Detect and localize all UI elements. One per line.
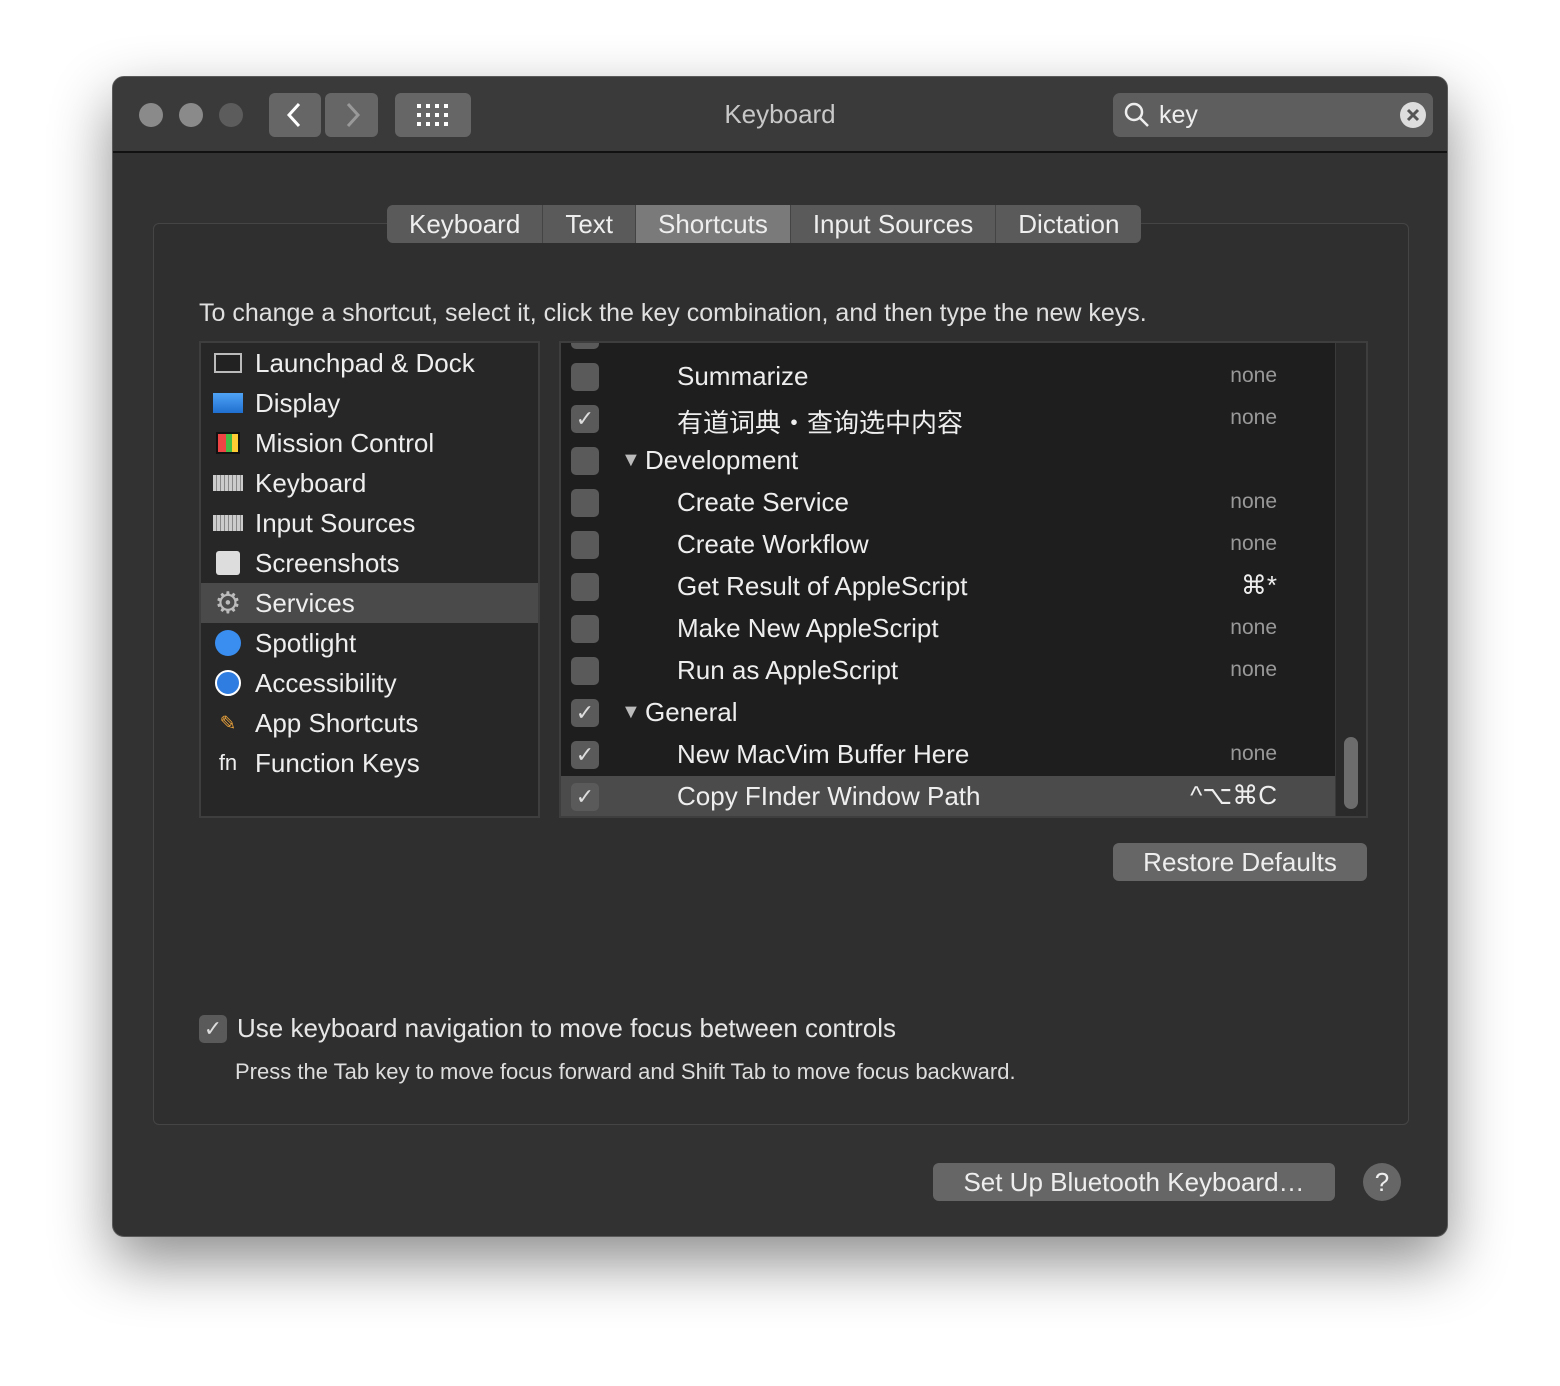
tab-keyboard[interactable]: Keyboard <box>387 205 544 243</box>
shortcut-row[interactable]: Create Service none <box>561 482 1337 524</box>
app-shortcuts-icon: ✎ <box>219 712 237 735</box>
shortcut-key[interactable]: ^⌥⌘C <box>1190 780 1277 811</box>
shortcut-row[interactable]: Make New AppleScript none <box>561 608 1337 650</box>
search-field[interactable] <box>1113 93 1433 137</box>
checkbox[interactable] <box>571 447 599 475</box>
category-launchpad-dock[interactable]: Launchpad & Dock <box>201 343 538 383</box>
launchpad-icon <box>213 350 243 376</box>
checkmark-icon: ✓ <box>575 784 595 809</box>
checkbox[interactable] <box>571 363 599 391</box>
shortcut-label: Summarize <box>677 361 809 391</box>
disclosure-triangle-icon[interactable]: ▼ <box>621 701 641 724</box>
category-function-keys[interactable]: fn Function Keys <box>201 743 538 783</box>
keyboard-icon <box>213 470 243 496</box>
shortcut-key[interactable]: none <box>1230 532 1277 556</box>
scrollbar-thumb[interactable] <box>1344 737 1358 809</box>
checkbox[interactable]: ✓ <box>571 405 599 433</box>
category-display[interactable]: Display <box>201 383 538 423</box>
accessibility-icon <box>213 670 243 696</box>
fn-icon: fn <box>218 750 238 775</box>
checkbox[interactable] <box>571 343 599 349</box>
shortcut-label: Development <box>645 445 799 475</box>
partial-row <box>561 343 1337 356</box>
checkmark-icon: ✓ <box>575 700 595 725</box>
setup-bluetooth-keyboard-button[interactable]: Set Up Bluetooth Keyboard… <box>933 1163 1335 1201</box>
search-icon <box>1124 102 1149 127</box>
checkbox[interactable] <box>571 531 599 559</box>
category-accessibility[interactable]: Accessibility <box>201 663 538 703</box>
disclosure-triangle-icon[interactable]: ▼ <box>621 449 641 472</box>
keyboard-navigation-hint: Press the Tab key to move focus forward … <box>235 1059 1016 1084</box>
shortcut-row[interactable]: Get Result of AppleScript ⌘* <box>561 566 1337 608</box>
shortcut-label: Create Workflow <box>677 529 869 559</box>
shortcut-group-row[interactable]: ▼ Development <box>561 440 1337 482</box>
category-screenshots[interactable]: Screenshots <box>201 543 538 583</box>
shortcut-label: Get Result of AppleScript <box>677 571 968 601</box>
keyboard-icon <box>213 510 243 536</box>
clear-search-icon[interactable] <box>1399 101 1427 129</box>
instruction-text: To change a shortcut, select it, click t… <box>199 299 1147 327</box>
shortcut-row[interactable]: ✓ Copy FInder Window Path ^⌥⌘C <box>561 776 1337 816</box>
category-list[interactable]: Launchpad & Dock Display Mission Control… <box>199 341 540 818</box>
checkbox[interactable]: ✓ <box>571 783 599 811</box>
tab-shortcuts[interactable]: Shortcuts <box>636 205 791 243</box>
category-spotlight[interactable]: Spotlight <box>201 623 538 663</box>
shortcut-row[interactable]: ✓ 有道词典・查询选中内容 none <box>561 398 1337 440</box>
shortcut-key[interactable]: none <box>1230 658 1277 682</box>
keyboard-navigation-option[interactable]: ✓ Use keyboard navigation to move focus … <box>199 1013 896 1044</box>
checkbox[interactable]: ✓ <box>571 741 599 769</box>
checkmark-icon: ✓ <box>575 742 595 767</box>
shortcut-label: Create Service <box>677 487 849 517</box>
gear-icon: ⚙ <box>214 586 242 620</box>
shortcut-key[interactable]: none <box>1230 364 1277 388</box>
tab-text[interactable]: Text <box>543 205 636 243</box>
tab-input-sources[interactable]: Input Sources <box>791 205 997 243</box>
category-services[interactable]: ⚙ Services <box>201 583 538 623</box>
keyboard-navigation-checkbox[interactable]: ✓ <box>199 1014 227 1043</box>
shortcut-row[interactable]: Run as AppleScript none <box>561 650 1337 692</box>
shortcut-key[interactable]: none <box>1230 742 1277 766</box>
display-icon <box>213 390 243 416</box>
category-input-sources[interactable]: Input Sources <box>201 503 538 543</box>
checkmark-icon: ✓ <box>203 1015 223 1041</box>
checkmark-icon: ✓ <box>575 406 595 431</box>
category-app-shortcuts[interactable]: ✎ App Shortcuts <box>201 703 538 743</box>
tab-bar: Keyboard Text Shortcuts Input Sources Di… <box>387 205 1142 243</box>
scrollbar[interactable] <box>1335 343 1366 816</box>
shortcut-key[interactable]: ⌘* <box>1241 570 1277 601</box>
shortcut-label: 有道词典・查询选中内容 <box>677 408 964 438</box>
shortcut-label: New MacVim Buffer Here <box>677 739 970 769</box>
checkbox[interactable] <box>571 489 599 517</box>
shortcut-label: Copy FInder Window Path <box>677 781 981 811</box>
shortcut-label: Run as AppleScript <box>677 655 899 685</box>
mission-control-icon <box>213 430 243 456</box>
checkbox[interactable]: ✓ <box>571 699 599 727</box>
checkbox[interactable] <box>571 615 599 643</box>
screenshot-icon <box>213 550 243 576</box>
shortcut-label: Make New AppleScript <box>677 613 939 643</box>
title-bar: Keyboard <box>113 77 1447 153</box>
shortcut-row[interactable]: ✓ New MacVim Buffer Here none <box>561 734 1337 776</box>
checkbox[interactable] <box>571 573 599 601</box>
shortcut-row[interactable]: Create Workflow none <box>561 524 1337 566</box>
shortcut-list[interactable]: Summarize none ✓ 有道词典・查询选中内容 none ▼ Developmen… <box>559 341 1368 818</box>
keyboard-preferences-window: Keyboard Keyboard Text Shortcuts Input S… <box>112 76 1448 1237</box>
checkbox[interactable] <box>571 657 599 685</box>
shortcut-key[interactable]: none <box>1230 490 1277 514</box>
shortcut-group-row[interactable]: ✓ ▼ General <box>561 692 1337 734</box>
shortcut-key[interactable]: none <box>1230 406 1277 430</box>
tab-dictation[interactable]: Dictation <box>996 205 1141 243</box>
spotlight-icon <box>213 630 243 656</box>
shortcut-row[interactable]: Summarize none <box>561 356 1337 398</box>
category-keyboard[interactable]: Keyboard <box>201 463 538 503</box>
search-input[interactable] <box>1159 100 1379 130</box>
restore-defaults-button[interactable]: Restore Defaults <box>1113 843 1367 881</box>
help-button[interactable]: ? <box>1363 1163 1401 1201</box>
shortcut-label: General <box>645 697 738 727</box>
shortcut-key[interactable]: none <box>1230 616 1277 640</box>
category-mission-control[interactable]: Mission Control <box>201 423 538 463</box>
